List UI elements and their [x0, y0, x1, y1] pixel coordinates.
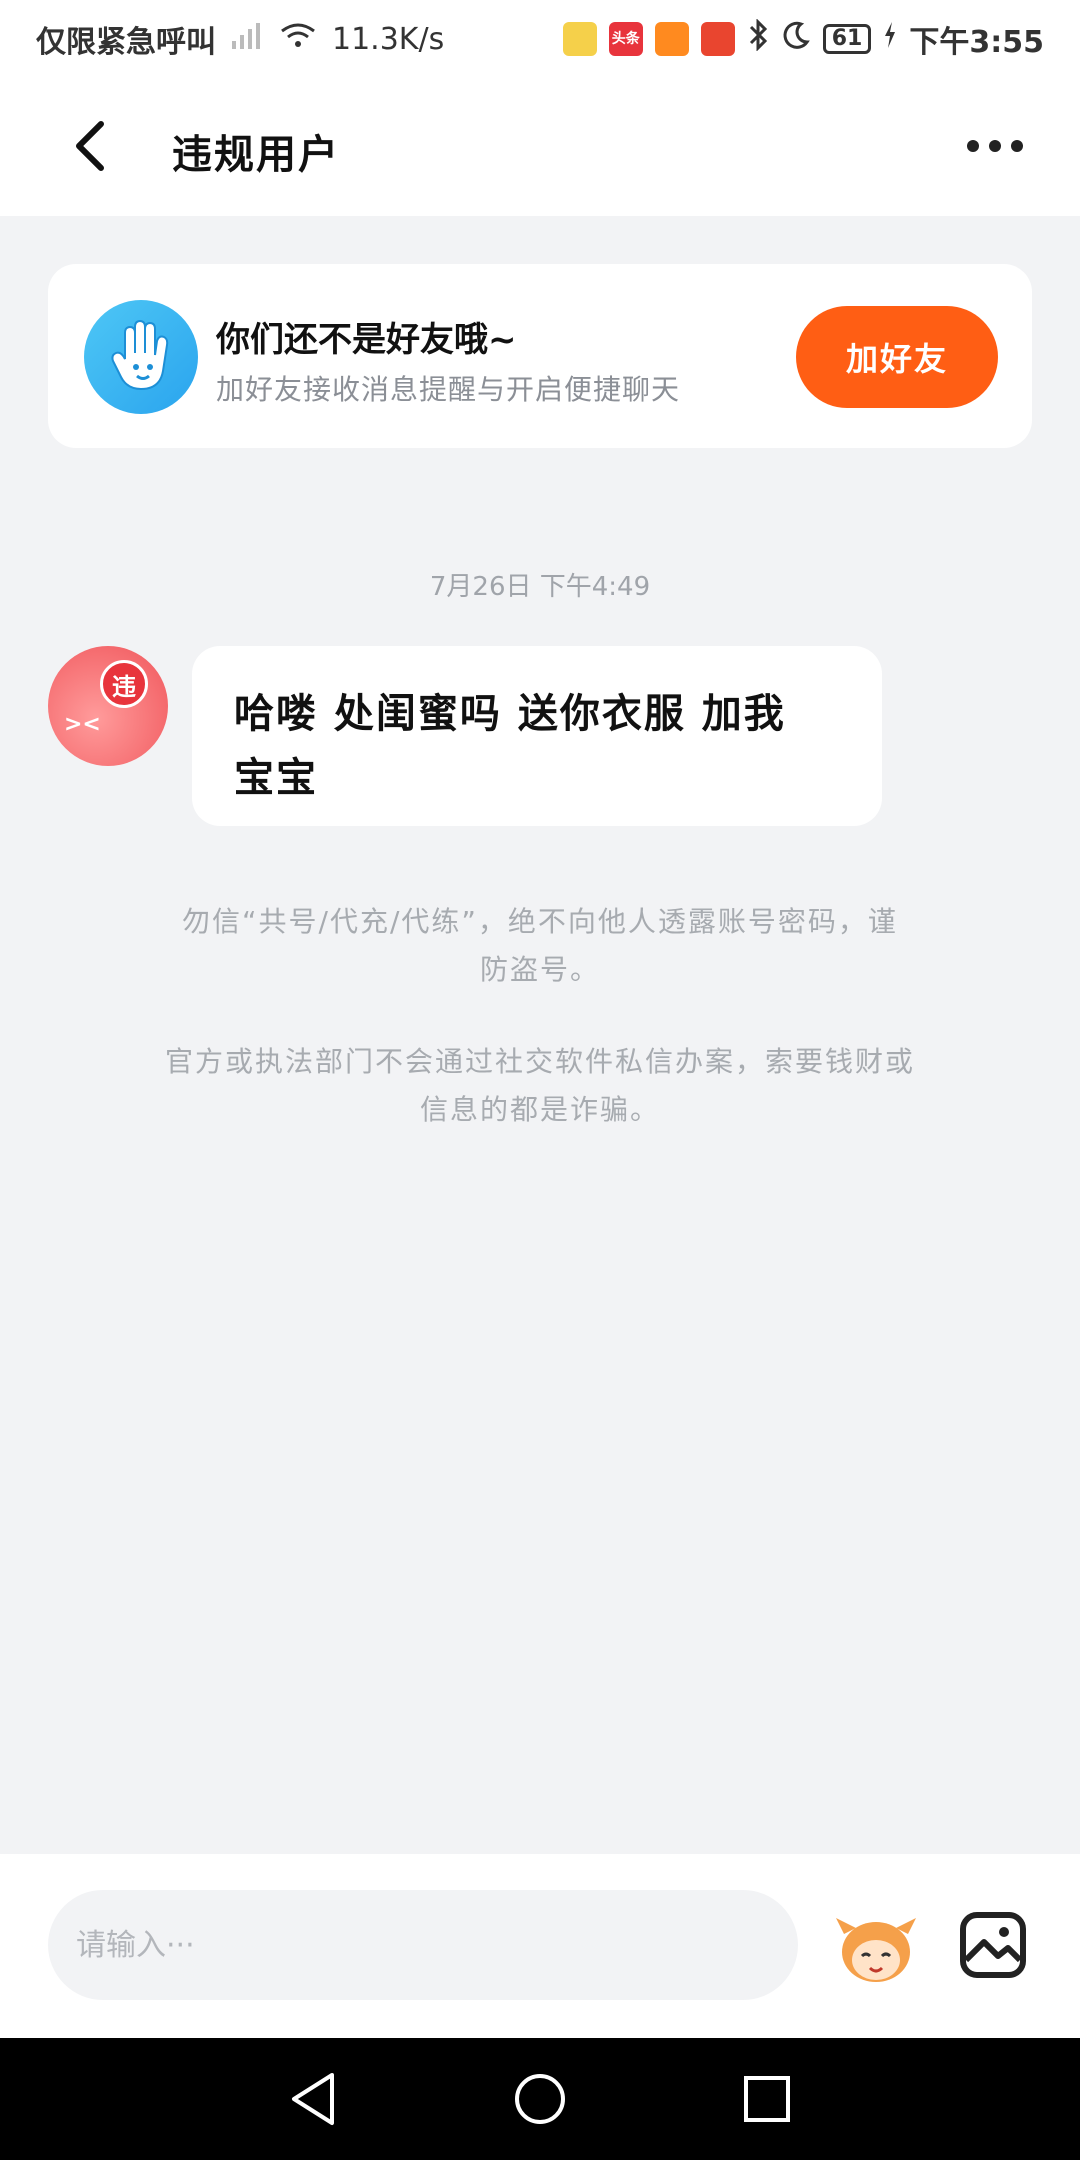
message-bubble[interactable]: 哈喽 处闺蜜吗 送你衣服 加我 宝宝: [192, 646, 882, 826]
status-bar: 仅限紧急呼叫 11.3K/s 头条 61 下午3:55: [0, 0, 1080, 78]
warning-text-line: 防盗号。: [479, 953, 600, 986]
image-button[interactable]: [958, 1910, 1028, 1980]
friend-card-title: 你们还不是好友哦~: [216, 320, 517, 360]
clock-time: 下午3:55: [909, 25, 1044, 60]
moon-icon: [781, 20, 811, 58]
friend-card-subtitle: 加好友接收消息提醒与开启便捷聊天: [216, 373, 681, 406]
message-timestamp: 7月26日 下午4:49: [429, 572, 651, 602]
security-warning-account: 勿信“共号/代充/代练”，绝不向他人透露账号密码，谨 防盗号。: [100, 898, 980, 994]
battery-indicator: 61: [822, 24, 872, 54]
back-arrow-icon: [76, 121, 104, 171]
notification-app-icon: [562, 22, 597, 56]
add-friend-card: 你们还不是好友哦~ 加好友接收消息提醒与开启便捷聊天 加好友: [48, 264, 1032, 448]
message-input[interactable]: [48, 1890, 798, 2000]
message-text-line: 宝宝: [234, 755, 318, 801]
more-button[interactable]: [960, 126, 1030, 166]
bluetooth-icon: [747, 18, 769, 59]
emoji-mascot-icon: [836, 1918, 916, 1982]
net-speed: 11.3K/s: [332, 21, 445, 57]
nav-recents-icon: [743, 2076, 790, 2122]
chat-screen: 仅限紧急呼叫 11.3K/s 头条 61 下午3:55 违规用户 你们还不是好友…: [0, 0, 1080, 2160]
security-warning-fraud: 官方或执法部门不会通过社交软件私信办案，索要钱财或 信息的都是诈骗。: [100, 1038, 980, 1134]
warning-text-line: 勿信“共号/代充/代练”，绝不向他人透露账号密码，谨: [182, 905, 898, 938]
warning-text-line: 官方或执法部门不会通过社交软件私信办案，索要钱财或: [164, 1045, 915, 1078]
nav-home-button[interactable]: [505, 2064, 575, 2134]
sender-avatar[interactable]: 违 ><: [48, 646, 168, 766]
more-dots-icon: [967, 140, 979, 152]
carrier-text: 仅限紧急呼叫: [36, 25, 216, 60]
nav-recents-button[interactable]: [732, 2064, 802, 2134]
warning-text-line: 信息的都是诈骗。: [419, 1093, 660, 1126]
image-icon: [960, 1912, 1026, 1978]
input-bar: [0, 1854, 1080, 2038]
top-bar: 违规用户: [0, 78, 1080, 216]
system-nav-bar: [0, 2038, 1080, 2160]
add-friend-button[interactable]: 加好友: [796, 306, 998, 408]
gift-app-icon: [700, 22, 735, 56]
shopping-app-icon: [654, 22, 689, 56]
wifi-icon: [278, 19, 318, 59]
nav-back-icon: [292, 2073, 335, 2125]
nav-back-button[interactable]: [278, 2064, 348, 2134]
charging-icon: [883, 20, 897, 58]
signal-icon: [230, 19, 264, 59]
nav-home-icon: [514, 2074, 565, 2124]
toutiao-app-icon: 头条: [608, 22, 643, 56]
page-title: 违规用户: [172, 132, 340, 178]
avatar-face-icon: ><: [64, 712, 101, 737]
message-text-line: 哈喽 处闺蜜吗 送你衣服 加我: [234, 691, 786, 737]
wave-hand-icon: [84, 300, 198, 414]
violation-badge: 违: [100, 660, 148, 708]
emoji-button[interactable]: [832, 1904, 920, 1992]
back-button[interactable]: [60, 116, 120, 176]
